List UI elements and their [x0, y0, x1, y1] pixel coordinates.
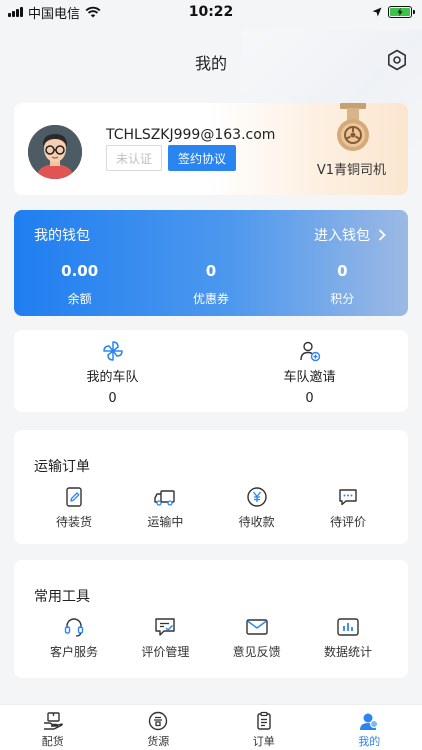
- unverified-button[interactable]: 未认证: [106, 145, 162, 171]
- status-time: 10:22: [188, 4, 234, 20]
- transport-orders-card: 运输订单 待装货 运输中 待收款 待评价: [14, 430, 408, 544]
- dispatch-icon: [43, 712, 63, 730]
- battery-icon: [388, 6, 415, 18]
- wallet-coupons[interactable]: 0 优惠券: [145, 262, 276, 307]
- yen-icon: [246, 487, 267, 507]
- tab-cargo-label: 货源: [147, 735, 170, 748]
- tool-feedback[interactable]: 意见反馈: [217, 616, 297, 660]
- coupons-value: 0: [205, 262, 217, 280]
- tab-cargo[interactable]: 货源: [106, 705, 212, 750]
- my-fleet-label: 我的车队: [86, 370, 139, 385]
- tool-customer-service[interactable]: 客户服务: [34, 616, 114, 660]
- wallet-points[interactable]: 0 积分: [277, 262, 408, 307]
- user-add-icon: [299, 341, 320, 362]
- location-arrow-icon: [372, 7, 382, 17]
- order-in-transit[interactable]: 运输中: [125, 486, 205, 530]
- my-fleet-item[interactable]: 我的车队 0: [14, 330, 211, 412]
- order-pending-payment-label: 待收款: [238, 515, 275, 529]
- bar-chart-icon: [337, 618, 359, 636]
- truck-icon: [154, 490, 176, 506]
- edit-document-icon: [66, 487, 82, 507]
- carrier-label: 中国电信: [28, 6, 81, 22]
- fleet-card: 我的车队 0 车队邀请 0: [14, 330, 408, 412]
- enter-wallet-label: 进入钱包: [314, 228, 370, 244]
- page-title: 我的: [194, 54, 227, 73]
- mail-icon: [245, 619, 268, 635]
- tab-dispatch[interactable]: 配货: [0, 705, 106, 750]
- order-pending-loading[interactable]: 待装货: [34, 486, 114, 530]
- clipboard-icon: [257, 711, 271, 730]
- order-pending-payment[interactable]: 待收款: [217, 486, 297, 530]
- tab-orders[interactable]: 订单: [211, 705, 317, 750]
- bronze-medal-icon[interactable]: [328, 103, 378, 155]
- common-tools-title: 常用工具: [34, 589, 90, 605]
- tool-customer-service-label: 客户服务: [49, 645, 98, 659]
- tab-dispatch-label: 配货: [41, 735, 64, 748]
- fleet-invite-count: 0: [305, 391, 314, 406]
- balance-value: 0.00: [61, 262, 99, 280]
- my-fleet-count: 0: [108, 391, 117, 406]
- tool-rating-management[interactable]: 评价管理: [125, 616, 205, 660]
- status-bar: 中国电信 10:22: [0, 0, 422, 24]
- fleet-invite-item[interactable]: 车队邀请 0: [211, 330, 408, 412]
- tool-data-statistics-label: 数据统计: [323, 645, 372, 659]
- avatar[interactable]: [28, 125, 82, 179]
- tool-feedback-label: 意见反馈: [232, 645, 281, 659]
- points-label: 积分: [330, 292, 355, 306]
- order-in-transit-label: 运输中: [147, 515, 184, 529]
- order-pending-review[interactable]: 待评价: [308, 486, 388, 530]
- order-pending-loading-label: 待装货: [55, 515, 92, 529]
- tab-orders-label: 订单: [252, 735, 275, 748]
- tab-profile[interactable]: 我的: [317, 705, 422, 750]
- order-pending-review-label: 待评价: [329, 515, 366, 529]
- wallet-title: 我的钱包: [34, 228, 90, 244]
- wallet-balance[interactable]: 0.00 余额: [14, 262, 145, 307]
- wifi-icon: [85, 6, 101, 18]
- rating-manage-icon: [155, 618, 176, 636]
- headset-icon: [64, 618, 84, 637]
- comment-icon: [339, 489, 357, 506]
- bottom-tab-bar: 配货 货源 订单 我的: [0, 704, 422, 750]
- fleet-invite-label: 车队邀请: [283, 370, 336, 385]
- cargo-icon: [149, 711, 168, 731]
- driver-level-label: V1青铜司机: [316, 163, 386, 178]
- sign-agreement-button[interactable]: 签约协议: [168, 145, 236, 171]
- transport-orders-title: 运输订单: [34, 459, 90, 475]
- enter-wallet-link[interactable]: 进入钱包: [314, 225, 386, 245]
- chevron-right-icon: [378, 229, 386, 241]
- tab-profile-label: 我的: [358, 735, 381, 748]
- wallet-card[interactable]: 我的钱包 进入钱包 0.00 余额 0 优惠券 0 积分: [14, 210, 408, 316]
- common-tools-card: 常用工具 客户服务 评价管理 意见反馈 数据统计: [14, 560, 408, 678]
- tool-data-statistics[interactable]: 数据统计: [308, 616, 388, 660]
- coupons-label: 优惠券: [192, 292, 229, 306]
- tool-rating-management-label: 评价管理: [141, 645, 190, 659]
- profile-icon: [360, 713, 379, 730]
- points-value: 0: [337, 262, 348, 280]
- profile-card: TCHLSZKJ999@163.com 未认证 签约协议 V1青铜司机: [14, 103, 408, 195]
- pinwheel-icon: [102, 341, 123, 361]
- balance-label: 余额: [67, 292, 92, 306]
- settings-icon[interactable]: [386, 49, 408, 71]
- signal-icon: [8, 7, 23, 17]
- user-email: TCHLSZKJ999@163.com: [106, 127, 276, 143]
